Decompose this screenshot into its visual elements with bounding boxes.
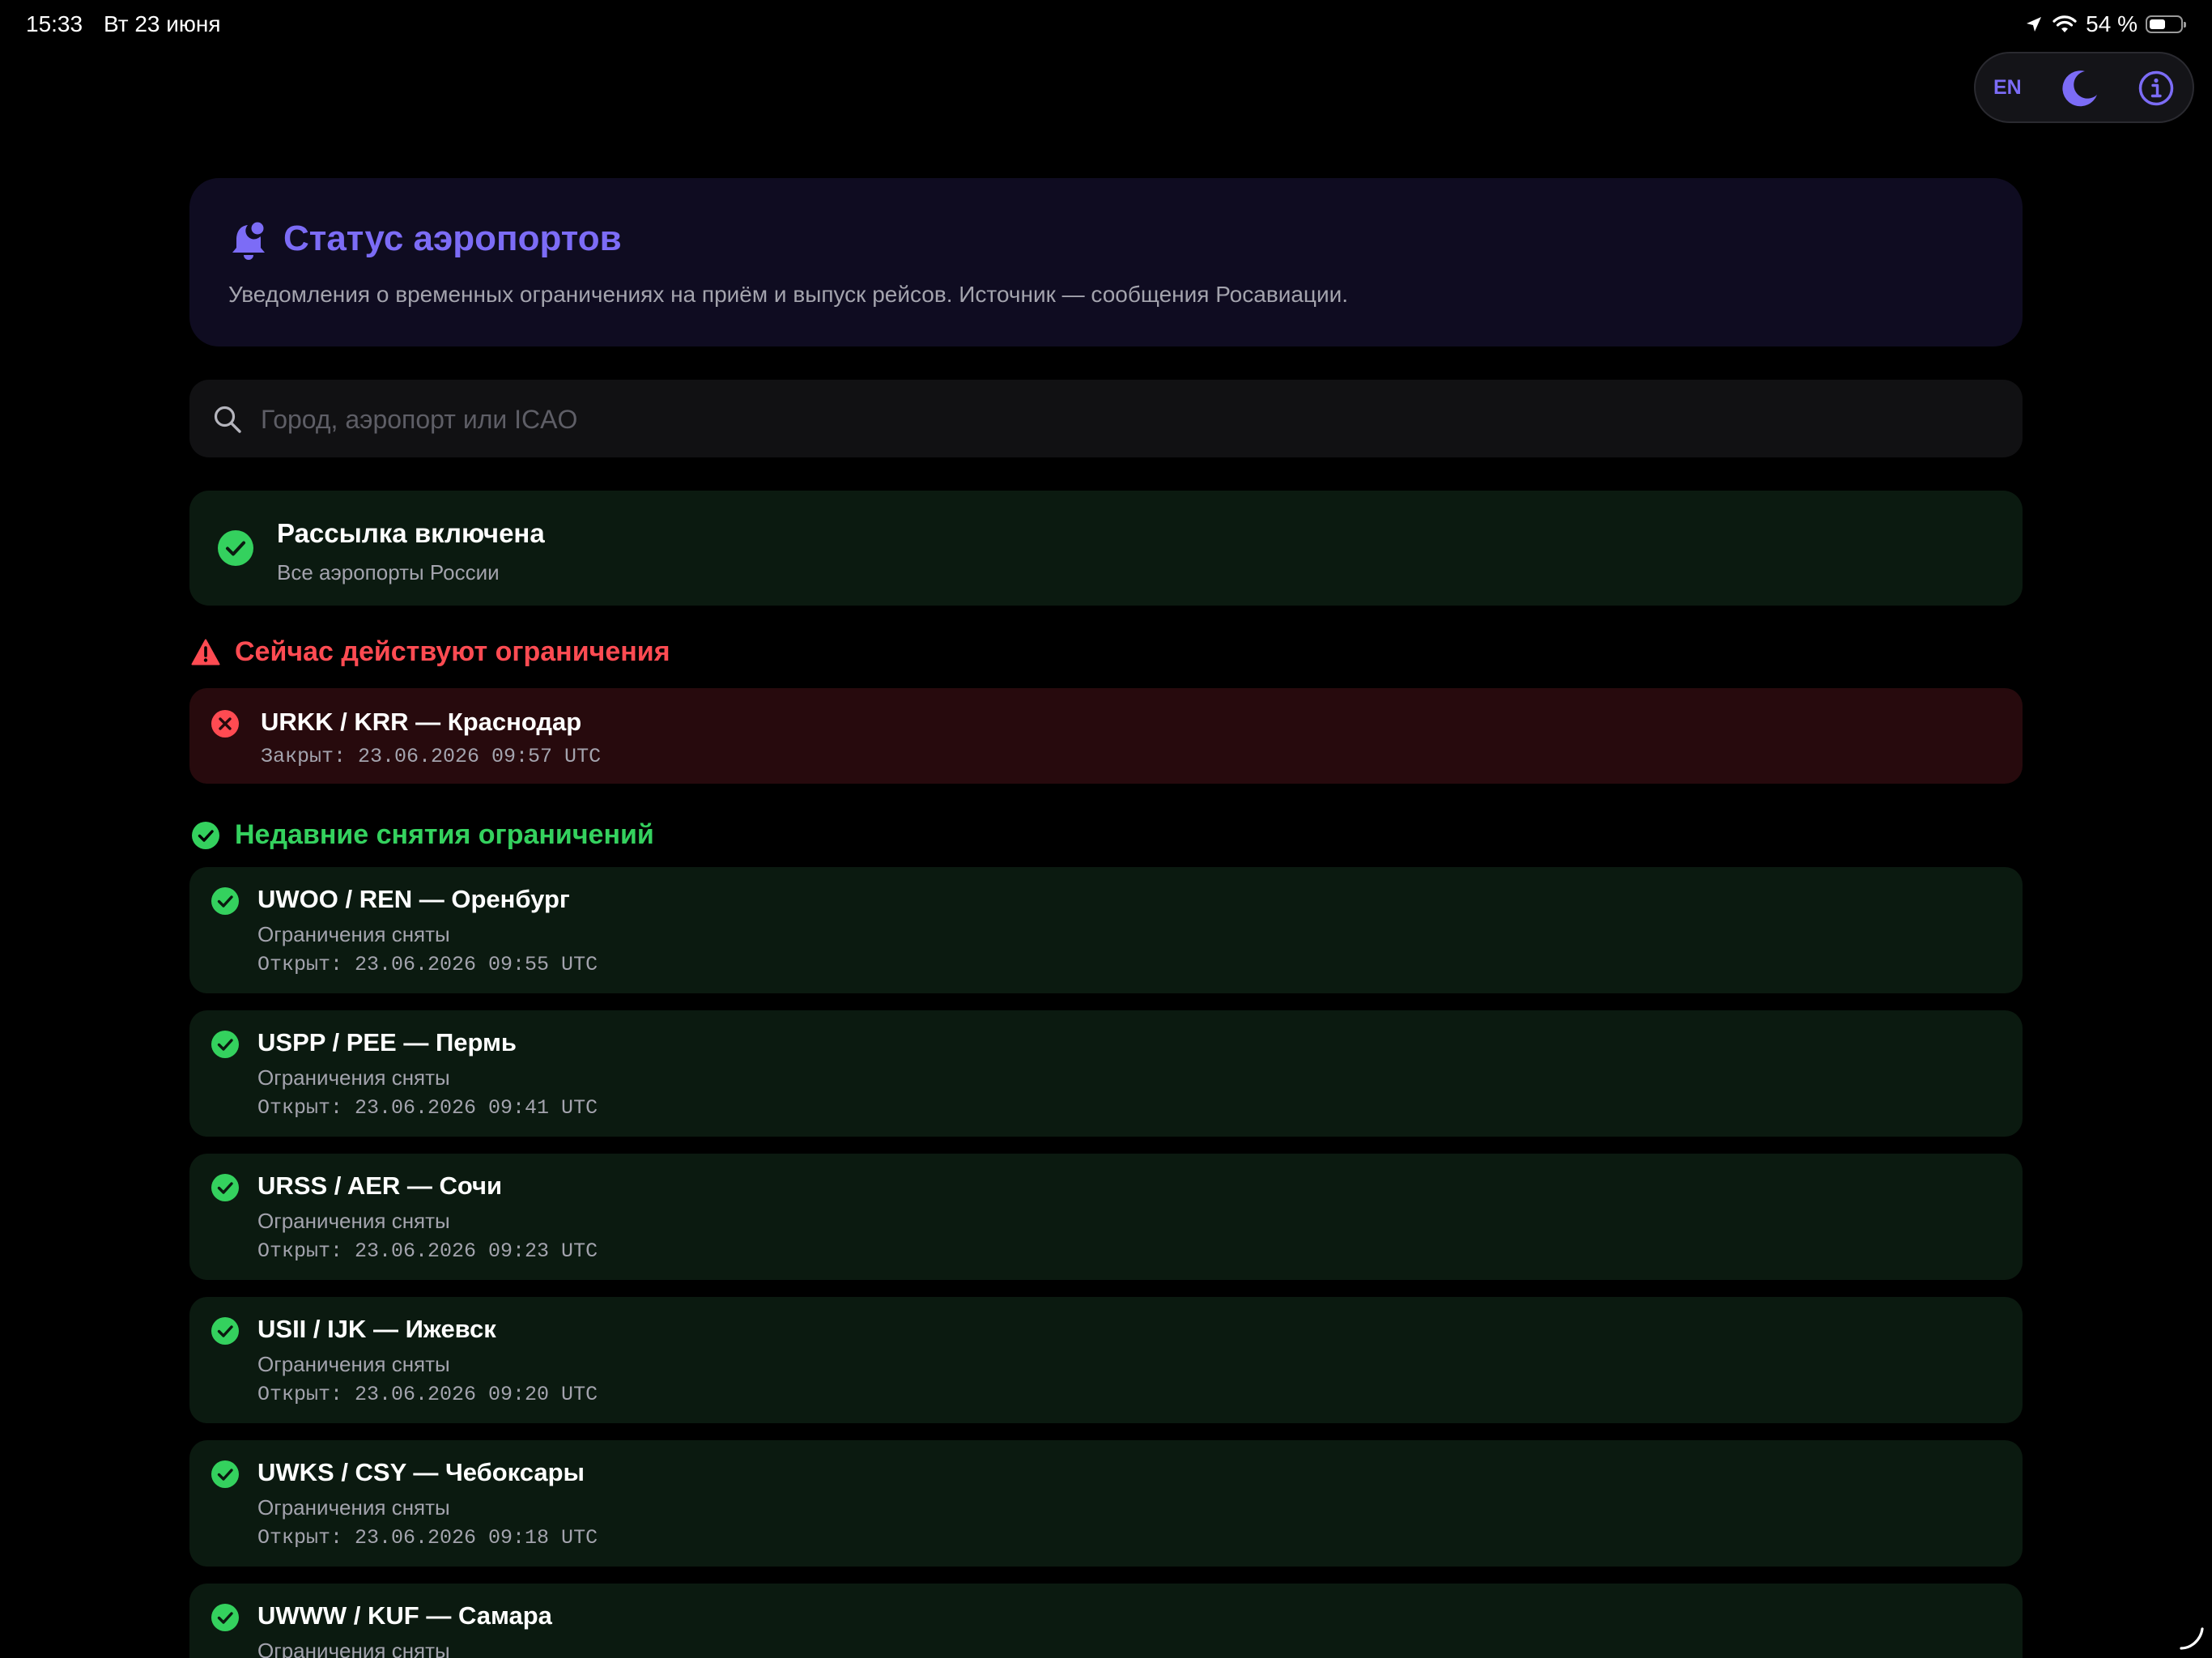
check-circle-icon [211, 1317, 239, 1345]
airport-title: USII / IJK — Ижевск [257, 1315, 496, 1343]
warning-icon [191, 639, 220, 665]
airport-status: Ограничения сняты [257, 1209, 450, 1233]
airport-time: Открыт: 23.06.2026 09:20 UTC [257, 1383, 598, 1406]
location-arrow-icon [2027, 17, 2042, 32]
recent-lifts-list: UWOO / REN — Оренбург Ограничения сняты … [189, 867, 2023, 1658]
check-circle-icon [211, 1604, 239, 1631]
airport-status: Ограничения сняты [257, 1352, 450, 1376]
battery-level [2150, 19, 2165, 29]
airport-time: Открыт: 23.06.2026 09:23 UTC [257, 1239, 598, 1263]
bell-icon [232, 222, 265, 260]
header-card: Статус аэропортов Уведомления о временны… [189, 178, 2023, 346]
airport-status: Ограничения сняты [257, 1495, 450, 1520]
check-circle-icon [192, 821, 219, 849]
recent-lifts-title: Недавние снятия ограничений [235, 819, 654, 850]
closed-airport-title: URKK / KRR — Краснодар [261, 708, 582, 736]
recent-lifts-heading: Недавние снятия ограничений [191, 819, 654, 851]
airport-status: Ограничения сняты [257, 1639, 450, 1658]
list-item[interactable]: URSS / AER — Сочи Ограничения сняты Откр… [189, 1154, 2023, 1280]
closed-airport-card[interactable]: URKK / KRR — Краснодар Закрыт: 23.06.202… [189, 688, 2023, 784]
list-item[interactable]: USII / IJK — Ижевск Ограничения сняты От… [189, 1297, 2023, 1423]
moon-icon[interactable] [2060, 68, 2100, 108]
list-item[interactable]: UWOO / REN — Оренбург Ограничения сняты … [189, 867, 2023, 993]
status-time: 15:33 [26, 11, 83, 36]
subscription-card[interactable]: Рассылка включена Все аэропорты России [189, 491, 2023, 606]
subscription-title: Рассылка включена [277, 518, 545, 548]
airport-time: Открыт: 23.06.2026 09:41 UTC [257, 1096, 598, 1120]
check-circle-icon [211, 1174, 239, 1201]
airport-time: Открыт: 23.06.2026 09:55 UTC [257, 953, 598, 976]
x-circle-icon [211, 710, 239, 738]
airport-title: USPP / PEE — Пермь [257, 1028, 517, 1056]
closed-airport-time: Закрыт: 23.06.2026 09:57 UTC [261, 745, 602, 768]
status-bar: 15:33 Вт 23 июня 54 % [0, 0, 2212, 52]
status-indicators: 54 % [2024, 11, 2186, 37]
wifi-icon [2052, 15, 2077, 32]
battery-percent: 54 % [2086, 11, 2138, 36]
airport-title: UWOO / REN — Оренбург [257, 885, 570, 913]
airport-status: Ограничения сняты [257, 1065, 450, 1090]
battery-icon [2146, 15, 2186, 33]
check-circle-icon [211, 1460, 239, 1488]
scroll-indicator-icon [2180, 1627, 2204, 1650]
list-item[interactable]: UWKS / CSY — Чебоксары Ограничения сняты… [189, 1440, 2023, 1567]
check-circle-icon [211, 887, 239, 915]
top-toolbar: EN [1974, 52, 2194, 123]
check-circle-icon [211, 1031, 239, 1058]
info-icon[interactable] [2138, 70, 2175, 107]
list-item[interactable]: UWWW / KUF — Самара Ограничения сняты [189, 1584, 2023, 1658]
airport-title: URSS / AER — Сочи [257, 1171, 503, 1200]
search-bar [189, 380, 2023, 459]
active-restrictions-title: Сейчас действуют ограничения [235, 636, 670, 667]
status-date: Вт 23 июня [104, 11, 221, 36]
page-subtitle: Уведомления о временных ограничениях на … [228, 282, 1349, 307]
airport-title: UWKS / CSY — Чебоксары [257, 1458, 585, 1486]
search-input[interactable] [259, 380, 1995, 459]
airport-time: Открыт: 23.06.2026 09:18 UTC [257, 1526, 598, 1550]
subscription-description: Все аэропорты России [277, 560, 500, 585]
airport-status: Ограничения сняты [257, 922, 450, 946]
language-toggle-button[interactable]: EN [1993, 53, 2022, 121]
active-restrictions-heading: Сейчас действуют ограничения [191, 636, 670, 668]
app-screen: 15:33 Вт 23 июня 54 % EN Статус аэропорт… [0, 0, 2212, 1658]
check-circle-icon [218, 530, 253, 566]
page-title: Статус аэропортов [283, 219, 622, 258]
airport-title: UWWW / KUF — Самара [257, 1601, 552, 1630]
search-icon [214, 406, 241, 433]
list-item[interactable]: USPP / PEE — Пермь Ограничения сняты Отк… [189, 1010, 2023, 1137]
